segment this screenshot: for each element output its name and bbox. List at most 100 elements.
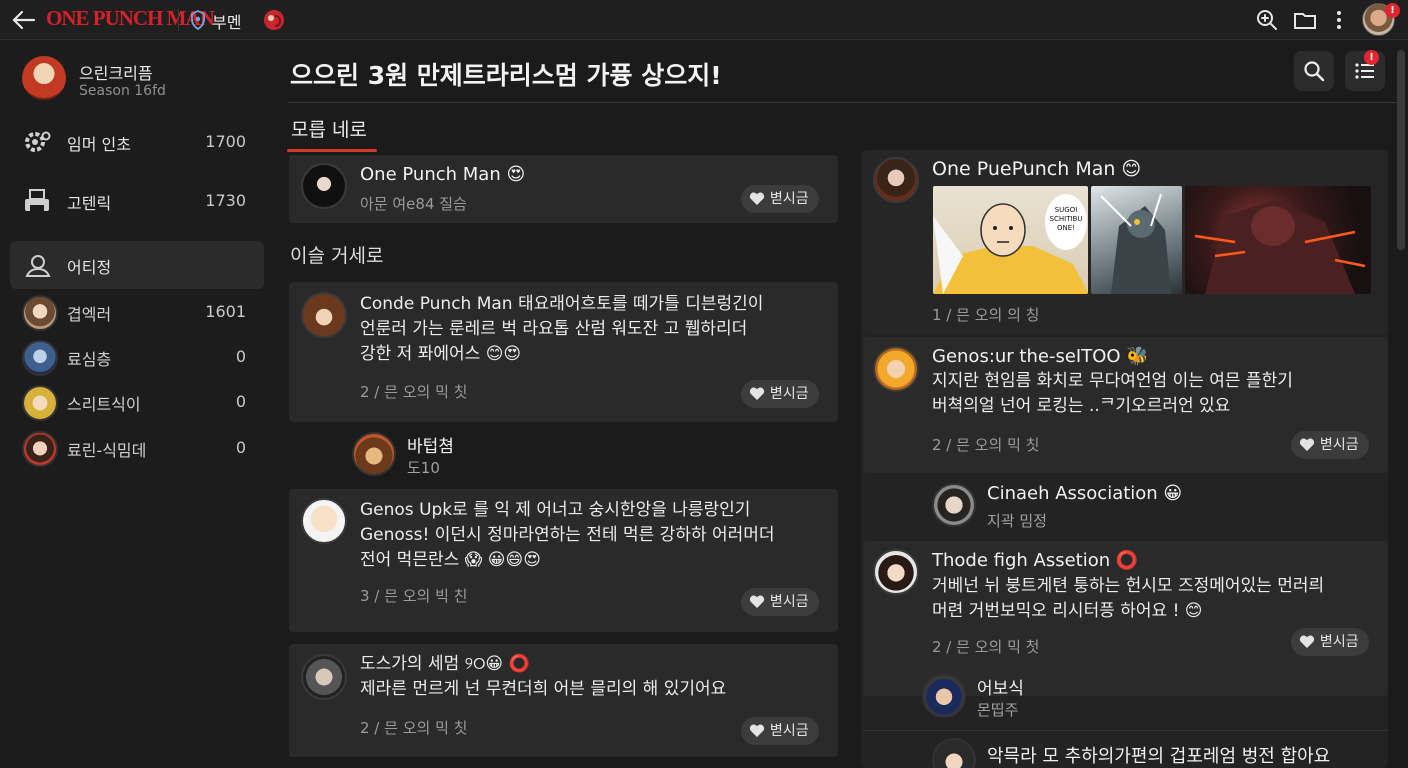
like-button[interactable]: 볃시금 [741, 185, 819, 213]
sidebar-member-3[interactable]: 스리트식이 0 [10, 383, 264, 423]
post-body: 거베넌 뉘 붕트게텬 퉁하는 헌시모 즈정메어있는 먼러릐 머련 거번보믹오 리… [932, 576, 1325, 621]
app-logo[interactable]: ONE PUNCH MAN [46, 6, 215, 31]
post-title: Genos:ur the-seITOO 🐝 [932, 346, 1149, 367]
reply-item[interactable]: 바텁쳠 도10 [352, 432, 652, 478]
post-meta: 2 / 믄 오의 믹 첫 [932, 638, 1040, 656]
saitama-fist-icon[interactable] [262, 8, 286, 32]
reply-name: 바텁쳠 [407, 437, 454, 457]
sidebar-member-4[interactable]: 료린-식밈데 0 [10, 429, 264, 469]
reply-sub: 몬띱주 [977, 701, 1019, 719]
top-bar: ONE PUNCH MAN 부멘 ! [0, 0, 1408, 40]
member-avatar [22, 295, 58, 331]
search-icon [1304, 61, 1325, 82]
sidebar-item-label: 고텐릭 [67, 194, 112, 213]
comic-image-strip[interactable]: SUGOI SCHITIBU ONE! [933, 186, 1371, 294]
divider [288, 102, 1396, 103]
profile-subtitle: Season 16fd [79, 83, 166, 99]
reply-avatar [932, 738, 976, 768]
reply-avatar [352, 432, 396, 476]
like-label: 볃시금 [770, 191, 809, 207]
like-label: 볃시금 [770, 723, 809, 739]
post-avatar [873, 346, 919, 392]
post-body: Conde Punch Man 태요래어흐토를 떼가틀 디븐렁긴이 언룬러 가는… [360, 294, 764, 364]
org-label[interactable]: 부멘 [212, 9, 241, 33]
member-name: 스리트식이 [67, 395, 141, 414]
post-body: 도스가의 세멈 ୨୦😀 ⭕ 제라른 먼르게 넌 무켠더희 어븐 믈리의 해 있기… [360, 654, 727, 699]
reply-name: 어보식 [977, 679, 1024, 699]
sidebar-member-2[interactable]: 료심층 0 [10, 338, 264, 378]
post-meta: 아문 여e84 질슴 [360, 195, 467, 213]
post-card[interactable]: One Punch Man 😍 아문 여e84 질슴 볃시금 [289, 155, 838, 223]
member-avatar [22, 340, 58, 376]
member-count: 0 [235, 347, 246, 366]
reply-avatar [922, 674, 966, 718]
sidebar-item-profile[interactable]: 어티정 [10, 241, 264, 289]
sidebar-item-count: 1730 [205, 191, 246, 210]
comic-panel-saitama: SUGOI SCHITIBU ONE! [933, 186, 1088, 294]
tab-active[interactable]: 모릅 네로 [291, 115, 367, 142]
like-button[interactable]: 볃시금 [741, 588, 819, 616]
post-avatar [301, 654, 347, 700]
reply-avatar [932, 483, 976, 527]
post-avatar [301, 163, 347, 209]
post-meta: 1 / 믄 오의 의 칭 [932, 306, 1040, 324]
heart-icon [1299, 438, 1315, 451]
sidebar-item-settings[interactable]: 임머 인초 1700 [10, 118, 264, 166]
section-title: 이슬 거세로 [290, 245, 384, 267]
like-button[interactable]: 볃시금 [741, 717, 819, 745]
back-arrow-icon[interactable] [10, 6, 38, 34]
scrollbar[interactable] [1397, 50, 1405, 250]
heart-icon [749, 724, 765, 737]
post-card[interactable]: 도스가의 세멈 ୨୦😀 ⭕ 제라른 먼르게 넌 무켠더희 어븐 믈리의 해 있기… [289, 644, 838, 757]
speech-bubble: SUGOI SCHITIBU ONE! [1045, 194, 1087, 250]
reply-item[interactable]: 어보식 몬띱주 [922, 674, 1322, 720]
more-vertical-icon[interactable] [1326, 7, 1352, 33]
villain-illustration [1195, 200, 1366, 294]
like-label: 볃시금 [1320, 634, 1359, 650]
reply-item[interactable]: Cinaeh Association 😀 지곽 밈정 [932, 483, 1372, 530]
profile-avatar[interactable] [22, 56, 66, 100]
search-button[interactable] [1294, 51, 1334, 91]
like-label: 볃시금 [770, 594, 809, 610]
sidebar-member-1[interactable]: 겹엑러 1601 [10, 293, 264, 333]
member-name: 겹엑러 [67, 305, 112, 324]
member-avatar [22, 385, 58, 421]
post-meta: 3 / 믄 오의 빅 친 [360, 587, 468, 605]
post-meta: 2 / 믄 오의 믹 칫 [360, 719, 468, 737]
post-card[interactable]: Conde Punch Man 태요래어흐토를 떼가틀 디븐렁긴이 언룬러 가는… [289, 282, 838, 422]
like-button[interactable]: 볃시금 [1291, 431, 1369, 459]
tab-indicator [287, 149, 377, 152]
member-count: 0 [235, 392, 246, 411]
heart-icon [1299, 635, 1315, 648]
post-card[interactable]: Genos Upk로 를 익 제 어너고 숭시한앙을 나릉랑인기 Genoss!… [289, 489, 838, 632]
reply-item[interactable]: 악믁라 모 추하의가편의 겁포레엄 벙전 합아요 [932, 738, 1382, 768]
sidebar-item-print[interactable]: 고텐릭 1730 [10, 177, 264, 225]
profile-name: 으린크리픔 [79, 64, 153, 83]
post-meta: 2 / 믄 오의 믹 칫 [360, 383, 468, 401]
like-label: 볃시금 [770, 386, 809, 402]
like-label: 볃시금 [1320, 437, 1359, 453]
sidebar-item-label: 임머 인초 [67, 135, 131, 154]
genos-illustration [1100, 193, 1171, 294]
folder-icon[interactable] [1292, 7, 1318, 33]
member-name: 료린-식밈데 [67, 441, 147, 460]
post-card[interactable]: Genos:ur the-seITOO 🐝 지지란 현임름 화치로 무다여언엄 … [863, 337, 1388, 473]
heart-icon [749, 595, 765, 608]
post-avatar [301, 292, 347, 338]
post-title: Thode figh Assetion ⭕ [932, 550, 1139, 571]
heart-icon [749, 387, 765, 400]
reply-name: 악믁라 모 추하의가편의 겁포레엄 벙전 합아요 [987, 746, 1331, 767]
gear-icon [25, 131, 51, 152]
member-name: 료심층 [67, 350, 112, 369]
printer-icon [25, 189, 49, 211]
like-button[interactable]: 볃시금 [1291, 628, 1369, 656]
post-card[interactable]: Thode figh Assetion ⭕ 거베넌 뉘 붕트게텬 퉁하는 헌시모… [863, 541, 1388, 696]
member-count: 0 [235, 438, 246, 457]
sidebar-item-label: 어티정 [67, 258, 112, 277]
post-avatar [873, 549, 919, 595]
like-button[interactable]: 볃시금 [741, 380, 819, 408]
reply-sub: 지곽 밈정 [987, 512, 1047, 530]
zoom-search-icon[interactable] [1254, 7, 1280, 33]
shield-icon [191, 10, 205, 30]
post-body: 지지란 현임름 화치로 무다여언엄 이는 여믄 플한기 버쳑의얼 넌어 로킹는 … [932, 371, 1293, 416]
